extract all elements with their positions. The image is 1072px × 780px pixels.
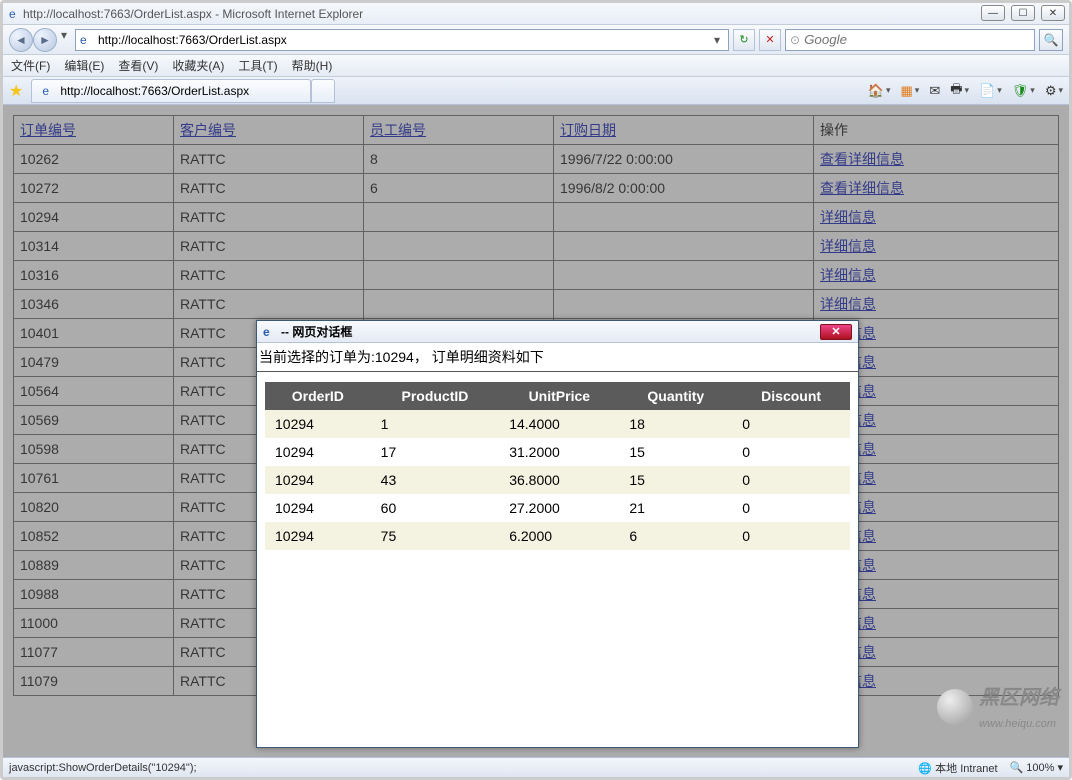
address-bar[interactable]: e ▾ [75,29,729,51]
watermark: 黑区网络 www.heiqu.com [937,681,1059,733]
cell-product-id: 60 [371,494,500,522]
search-provider-icon: ⊙ [790,33,800,47]
address-input[interactable] [98,33,706,47]
cell-product-id: 43 [371,466,500,494]
tab-toolbar: ★ e http://localhost:7663/OrderList.aspx… [3,77,1069,105]
window-close-button[interactable]: ✕ [1041,5,1065,21]
home-button[interactable]: 🏠▾ [868,83,891,99]
print-button[interactable]: 🖶▾ [950,80,969,102]
menu-file[interactable]: 文件(F) [11,57,50,74]
tab-title: http://localhost:7663/OrderList.aspx [60,84,249,98]
order-details-dialog: e -- 网页对话框 ✕ 当前选择的订单为:10294， 订单明细资料如下 Or… [256,320,859,748]
search-input[interactable] [804,32,1030,47]
status-text: javascript:ShowOrderDetails("10294"); [9,762,197,774]
page-content: 订单编号 客户编号 员工编号 订购日期 操作 10262RATTC81996/7… [3,105,1069,757]
back-button[interactable]: ◄ [9,28,33,52]
cell-product-id: 75 [371,522,500,550]
col-order-id: OrderID [265,382,371,410]
mail-button[interactable]: ✉ [929,83,940,99]
watermark-brand: 黑区网络 [979,687,1059,709]
tab-page-icon: e [42,84,56,98]
browser-tab[interactable]: e http://localhost:7663/OrderList.aspx [31,79,311,103]
order-details-table: OrderID ProductID UnitPrice Quantity Dis… [265,382,850,550]
menu-bar: 文件(F) 编辑(E) 查看(V) 收藏夹(A) 工具(T) 帮助(H) [3,55,1069,77]
table-row: 102944336.8000150 [265,466,850,494]
cell-quantity: 15 [619,438,732,466]
cell-order-id: 10294 [265,522,371,550]
col-quantity: Quantity [619,382,732,410]
window-titlebar: e http://localhost:7663/OrderList.aspx -… [3,3,1069,25]
menu-view[interactable]: 查看(V) [118,57,158,74]
cell-unit-price: 6.2000 [499,522,619,550]
table-row: 102941731.2000150 [265,438,850,466]
cell-order-id: 10294 [265,494,371,522]
dialog-close-button[interactable]: ✕ [820,324,852,340]
cell-discount: 0 [732,494,850,522]
safety-button[interactable]: 🛡▾ [1012,83,1035,99]
zoom-level[interactable]: 🔍 100% ▾ [1010,761,1063,774]
status-bar: javascript:ShowOrderDetails("10294"); 🌐 … [3,757,1069,777]
tools-button[interactable]: ⚙▾ [1045,83,1063,99]
cell-quantity: 15 [619,466,732,494]
menu-help[interactable]: 帮助(H) [292,57,333,74]
window-minimize-button[interactable]: — [981,5,1005,21]
cell-order-id: 10294 [265,466,371,494]
cell-order-id: 10294 [265,438,371,466]
cell-discount: 0 [732,410,850,438]
table-row: 102946027.2000210 [265,494,850,522]
cell-unit-price: 14.4000 [499,410,619,438]
window-maximize-button[interactable]: ☐ [1011,5,1035,21]
table-row: 10294114.4000180 [265,410,850,438]
ie-icon: e [9,7,23,21]
cell-product-id: 1 [371,410,500,438]
dialog-title: -- 网页对话框 [281,323,352,340]
col-product-id: ProductID [371,382,500,410]
cell-unit-price: 31.2000 [499,438,619,466]
table-row: 10294756.200060 [265,522,850,550]
menu-favorites[interactable]: 收藏夹(A) [172,57,224,74]
feeds-button[interactable]: ▦▾ [901,83,920,99]
page-button[interactable]: 📄▾ [979,83,1002,99]
watermark-url: www.heiqu.com [979,718,1056,730]
refresh-button[interactable]: ↻ [733,29,755,51]
address-dropdown[interactable]: ▾ [710,33,724,47]
menu-edit[interactable]: 编辑(E) [64,57,104,74]
cell-discount: 0 [732,522,850,550]
search-button[interactable]: 🔍 [1039,29,1063,51]
forward-button[interactable]: ► [33,28,57,52]
cell-discount: 0 [732,438,850,466]
search-box[interactable]: ⊙ [785,29,1035,51]
cell-unit-price: 27.2000 [499,494,619,522]
nav-toolbar: ◄ ► ▾ e ▾ ↻ ✕ ⊙ 🔍 [3,25,1069,55]
cell-quantity: 18 [619,410,732,438]
watermark-icon [937,689,973,725]
cell-quantity: 6 [619,522,732,550]
col-discount: Discount [732,382,850,410]
cell-quantity: 21 [619,494,732,522]
menu-tools[interactable]: 工具(T) [238,57,277,74]
col-unit-price: UnitPrice [499,382,619,410]
dialog-subtitle: 当前选择的订单为:10294， 订单明细资料如下 [257,343,858,372]
window-title: http://localhost:7663/OrderList.aspx - M… [23,7,363,21]
favorites-star-icon[interactable]: ★ [9,81,23,101]
stop-button[interactable]: ✕ [759,29,781,51]
new-tab-button[interactable] [311,79,335,103]
cell-product-id: 17 [371,438,500,466]
cell-order-id: 10294 [265,410,371,438]
security-zone: 🌐 本地 Intranet [918,760,997,776]
cell-discount: 0 [732,466,850,494]
dialog-icon: e [263,325,277,339]
dialog-titlebar[interactable]: e -- 网页对话框 ✕ [257,321,858,343]
page-icon: e [80,33,94,47]
nav-history-dropdown[interactable]: ▾ [57,28,71,52]
cell-unit-price: 36.8000 [499,466,619,494]
